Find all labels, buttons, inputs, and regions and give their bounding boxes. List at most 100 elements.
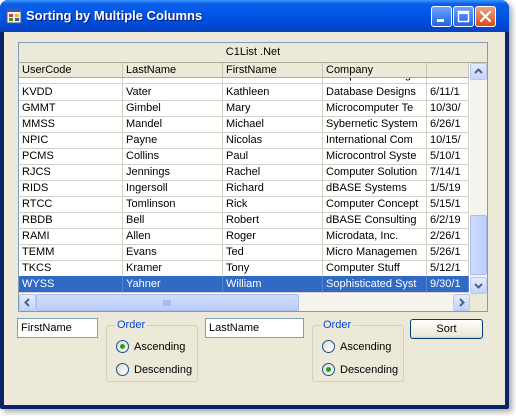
radio-button-checked[interactable] xyxy=(116,340,129,353)
sort-button[interactable]: Sort xyxy=(410,319,483,339)
cell-lastname[interactable]: Ingersoll xyxy=(123,180,223,197)
sort-column-2-field[interactable]: LastName xyxy=(205,318,304,338)
table-row[interactable]: KVDD Vater Kathleen Database Designs 6/11/1 xyxy=(19,84,469,101)
table-row[interactable]: NPIC Payne Nicolas International Com 10/15/ xyxy=(19,132,469,149)
table-row-selected[interactable]: WYSS Yahner William Sophisticated Syst 9/30/… xyxy=(19,276,469,293)
scroll-down-button[interactable] xyxy=(470,277,487,294)
cell-company[interactable]: Microcontrol Syste xyxy=(323,148,427,165)
table-row[interactable]: RTCC Tomlinson Rick Computer Concept 5/15/1 xyxy=(19,196,469,213)
cell-usercode[interactable]: TKCS xyxy=(19,260,123,277)
column-header-firstname[interactable]: FirstName xyxy=(223,63,323,77)
cell-firstname[interactable]: Rachel xyxy=(223,164,323,181)
cell-company[interactable]: International Com xyxy=(323,132,427,149)
cell-usercode[interactable]: RBDB xyxy=(19,212,123,229)
cell-date[interactable]: 5/26/1 xyxy=(427,244,469,261)
column-header-company[interactable]: Company xyxy=(323,63,427,77)
radio-button-checked[interactable] xyxy=(322,363,335,376)
cell-lastname[interactable]: Tomlinson xyxy=(123,196,223,213)
table-row[interactable]: RBDB Bell Robert dBASE Consulting 6/2/19 xyxy=(19,212,469,229)
cell-firstname[interactable]: Roger xyxy=(223,228,323,245)
cell-lastname[interactable]: Mandel xyxy=(123,116,223,133)
cell-date[interactable]: 10/15/ xyxy=(427,132,469,149)
table-row[interactable]: PCMS Collins Paul Microcontrol Syste 5/10/1 xyxy=(19,148,469,165)
cell-firstname[interactable]: Robert xyxy=(223,212,323,229)
cell-lastname[interactable]: Collins xyxy=(123,148,223,165)
cell-firstname[interactable]: Tony xyxy=(223,260,323,277)
column-header-usercode[interactable]: UserCode xyxy=(19,63,123,77)
cell-lastname[interactable]: Evans xyxy=(123,244,223,261)
cell-date[interactable]: 5/15/1 xyxy=(427,196,469,213)
cell-usercode[interactable]: WYSS xyxy=(19,276,123,293)
cell-date[interactable]: 6/2/19 xyxy=(427,212,469,229)
cell-lastname[interactable]: Gimbel xyxy=(123,100,223,117)
cell-lastname[interactable]: Kramer xyxy=(123,260,223,277)
cell-company[interactable]: Computer Stuff xyxy=(323,260,427,277)
table-row[interactable]: TEMM Evans Ted Micro Managemen 5/26/1 xyxy=(19,244,469,261)
cell-date[interactable]: 1/5/19 xyxy=(427,180,469,197)
cell-usercode[interactable]: GMMT xyxy=(19,100,123,117)
column-header-date[interactable] xyxy=(427,63,469,77)
cell-usercode[interactable]: PCMS xyxy=(19,148,123,165)
vertical-scroll-thumb[interactable] xyxy=(470,215,487,275)
cell-date[interactable]: 7/14/1 xyxy=(427,164,469,181)
cell-lastname[interactable]: Payne xyxy=(123,132,223,149)
radio-button[interactable] xyxy=(116,363,129,376)
cell-lastname[interactable]: Vater xyxy=(123,84,223,101)
table-row[interactable]: MMSS Mandel Michael Sybernetic System 6/26/1 xyxy=(19,116,469,133)
cell-firstname[interactable]: Mary xyxy=(223,100,323,117)
cell-usercode[interactable]: RJCS xyxy=(19,164,123,181)
cell-lastname[interactable]: Allen xyxy=(123,228,223,245)
table-row[interactable]: RAMI Allen Roger Microdata, Inc. 2/26/1 xyxy=(19,228,469,245)
cell-firstname[interactable]: William xyxy=(223,276,323,293)
cell-company[interactable]: Micro Managemen xyxy=(323,244,427,261)
vertical-scrollbar[interactable] xyxy=(470,63,487,294)
cell-company[interactable]: Computer Solution xyxy=(323,164,427,181)
cell-lastname[interactable]: Yahner xyxy=(123,276,223,293)
cell-company[interactable]: Microdata, Inc. xyxy=(323,228,427,245)
cell-company[interactable]: Computer Concept xyxy=(323,196,427,213)
cell-lastname[interactable]: Jennings xyxy=(123,164,223,181)
cell-date[interactable]: 5/10/1 xyxy=(427,148,469,165)
cell-usercode[interactable]: RIDS xyxy=(19,180,123,197)
title-bar[interactable]: Sorting by Multiple Columns xyxy=(0,0,509,32)
horizontal-scroll-thumb[interactable] xyxy=(36,294,299,311)
close-button[interactable] xyxy=(475,6,496,27)
cell-lastname[interactable]: Bell xyxy=(123,212,223,229)
cell-usercode[interactable]: KVDD xyxy=(19,84,123,101)
cell-date[interactable]: 6/26/1 xyxy=(427,116,469,133)
table-row[interactable]: RIDS Ingersoll Richard dBASE Systems 1/5/19 xyxy=(19,180,469,197)
radio-button[interactable] xyxy=(322,340,335,353)
cell-usercode[interactable]: RAMI xyxy=(19,228,123,245)
cell-usercode[interactable]: TEMM xyxy=(19,244,123,261)
cell-firstname[interactable]: Ted xyxy=(223,244,323,261)
cell-firstname[interactable]: Kathleen xyxy=(223,84,323,101)
scroll-left-button[interactable] xyxy=(19,294,36,311)
minimize-button[interactable] xyxy=(431,6,452,27)
cell-date[interactable]: 10/30/ xyxy=(427,100,469,117)
cell-company[interactable]: Database Designs xyxy=(323,84,427,101)
cell-firstname[interactable]: Michael xyxy=(223,116,323,133)
cell-firstname[interactable]: Rick xyxy=(223,196,323,213)
sort-column-1-field[interactable]: FirstName xyxy=(17,318,98,338)
cell-firstname[interactable]: Paul xyxy=(223,148,323,165)
cell-date[interactable]: 6/11/1 xyxy=(427,84,469,101)
cell-company[interactable]: Sybernetic System xyxy=(323,116,427,133)
table-row[interactable]: GMMT Gimbel Mary Microcomputer Te 10/30/ xyxy=(19,100,469,117)
table-row[interactable]: RJCS Jennings Rachel Computer Solution 7/14/… xyxy=(19,164,469,181)
cell-company[interactable]: Microcomputer Te xyxy=(323,100,427,117)
cell-company[interactable]: dBASE Systems xyxy=(323,180,427,197)
cell-date[interactable]: 5/12/1 xyxy=(427,260,469,277)
cell-date[interactable]: 9/30/1 xyxy=(427,276,469,293)
table-row[interactable]: TKCS Kramer Tony Computer Stuff 5/12/1 xyxy=(19,260,469,277)
cell-company[interactable]: Sophisticated Syst xyxy=(323,276,427,293)
cell-company[interactable]: dBASE Consulting xyxy=(323,212,427,229)
scroll-up-button[interactable] xyxy=(470,63,487,80)
cell-firstname[interactable]: Richard xyxy=(223,180,323,197)
scroll-right-button[interactable] xyxy=(453,294,470,311)
cell-firstname[interactable]: Nicolas xyxy=(223,132,323,149)
c1list-grid[interactable]: C1List .Net UserCode LastName FirstName … xyxy=(18,42,488,312)
cell-date[interactable]: 2/26/1 xyxy=(427,228,469,245)
cell-usercode[interactable]: RTCC xyxy=(19,196,123,213)
cell-usercode[interactable]: MMSS xyxy=(19,116,123,133)
column-header-lastname[interactable]: LastName xyxy=(123,63,223,77)
